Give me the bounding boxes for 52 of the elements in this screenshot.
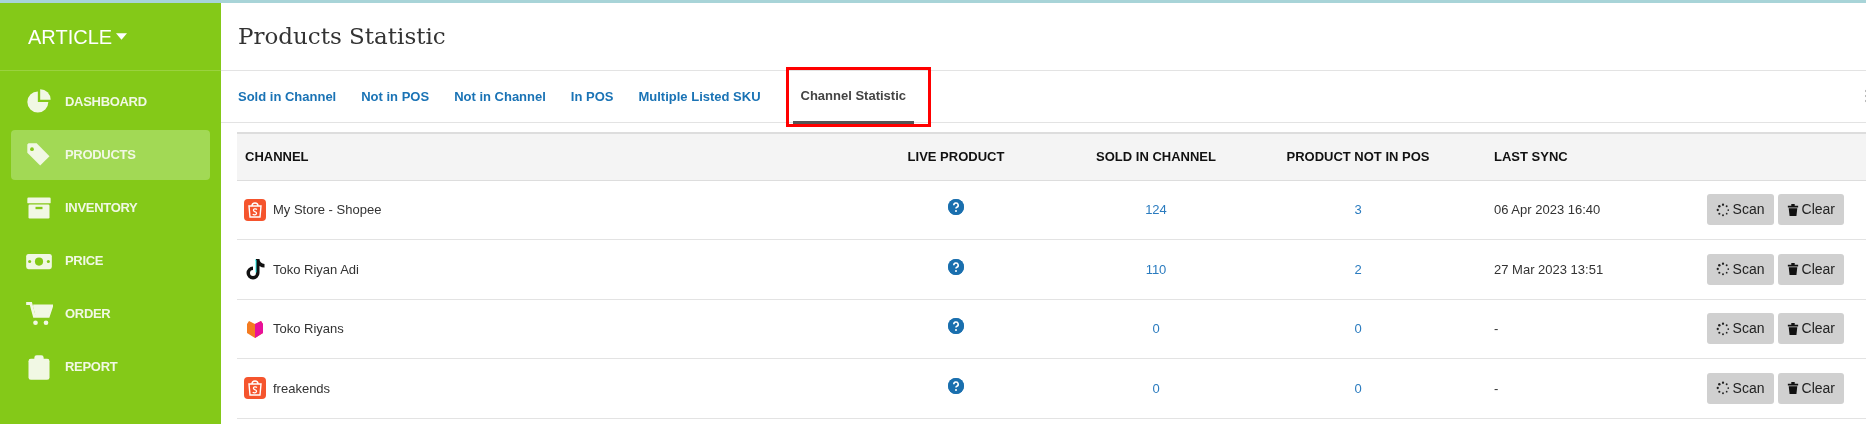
help-icon[interactable]	[948, 377, 964, 394]
sync-time: -	[1494, 321, 1499, 336]
spinner-icon	[1715, 202, 1730, 217]
count-link[interactable]: 0	[1152, 321, 1160, 336]
cart-icon	[25, 300, 53, 328]
count-link[interactable]: 110	[1145, 261, 1167, 277]
channel-name: My Store - Shopee	[273, 201, 382, 219]
tab[interactable]: Not in Channel	[454, 71, 559, 122]
count-link[interactable]: 0	[1354, 380, 1362, 396]
column-header: PRODUCT NOT IN POS	[1286, 149, 1430, 164]
count-link[interactable]: 124	[1145, 202, 1167, 217]
sync-time: 06 Apr 2023 16:40	[1494, 202, 1601, 217]
channel-name: Toko Riyan Adi	[273, 260, 359, 279]
shopping-bag-logo-icon	[243, 376, 267, 401]
sync-time: -	[1494, 380, 1499, 396]
clear-button[interactable]: Clear	[1777, 194, 1844, 226]
trash-icon	[1786, 262, 1799, 277]
scan-button[interactable]: Scan	[1706, 372, 1774, 404]
caret-icon	[116, 33, 128, 40]
shopping-bag-logo-icon	[243, 197, 267, 222]
tab[interactable]: Channel Statistic	[792, 70, 914, 124]
spinner-icon	[1715, 321, 1730, 336]
count-link[interactable]: 0	[1354, 321, 1362, 336]
spinner-icon	[1715, 381, 1730, 396]
column-header: CHANNEL	[245, 149, 309, 164]
column-header: SOLD IN CHANNEL	[1096, 149, 1216, 164]
trash-icon	[1786, 202, 1799, 217]
clear-button[interactable]: Clear	[1777, 372, 1844, 404]
scan-button[interactable]: Scan	[1706, 313, 1774, 345]
trash-icon	[1786, 381, 1799, 396]
channel-name: freakends	[273, 379, 331, 398]
help-icon[interactable]	[948, 199, 964, 215]
channel-name: Toko Riyans	[273, 320, 344, 338]
trash-icon	[1786, 321, 1799, 336]
page-title: Products Statistic	[221, 3, 1866, 71]
spinner-icon	[1715, 262, 1730, 277]
scan-button[interactable]: Scan	[1706, 253, 1774, 285]
tab[interactable]: In POS	[570, 71, 627, 122]
count-link[interactable]: 3	[1354, 202, 1362, 217]
column-header: LAST SYNC	[1494, 149, 1568, 164]
tab[interactable]: Not in POS	[361, 71, 443, 122]
tab[interactable]: Sold in Channel	[238, 71, 350, 122]
count-link[interactable]: 2	[1354, 261, 1362, 277]
scan-button[interactable]: Scan	[1706, 194, 1774, 226]
column-header: LIVE PRODUCT	[907, 149, 1005, 164]
clear-button[interactable]: Clear	[1777, 253, 1844, 285]
sync-time: 27 Mar 2023 13:51	[1494, 261, 1604, 277]
clear-button[interactable]: Clear	[1777, 313, 1844, 345]
help-icon[interactable]	[948, 318, 964, 334]
count-link[interactable]: 0	[1152, 380, 1160, 396]
help-icon[interactable]	[948, 258, 964, 275]
tab[interactable]: Multiple Listed SKU	[638, 71, 774, 122]
